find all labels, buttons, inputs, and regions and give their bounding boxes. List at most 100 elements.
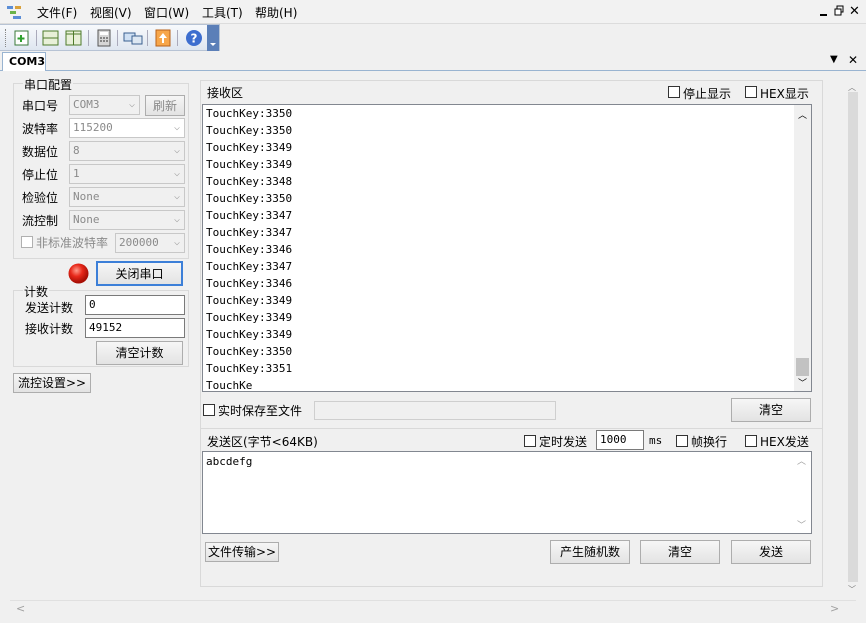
baud-value: 115200: [73, 121, 113, 134]
divider: [201, 428, 822, 429]
nonstd-baud-checkbox[interactable]: [21, 236, 33, 248]
frame-newline-checkbox[interactable]: [676, 435, 688, 447]
bottom-hscroll[interactable]: < >: [10, 600, 856, 617]
recv-count-field[interactable]: 49152: [85, 318, 185, 338]
counter-title: 计数: [23, 283, 50, 300]
hex-display-checkbox[interactable]: [745, 86, 757, 98]
save-to-file-checkbox[interactable]: [203, 404, 215, 416]
scroll-thumb[interactable]: [796, 358, 809, 376]
save-to-file-label: 实时保存至文件: [218, 404, 303, 418]
send-textarea[interactable]: abcdefg ︿ ﹀: [202, 451, 812, 534]
stopbits-select[interactable]: 1 ⌵: [69, 164, 185, 184]
toolbar-divider: [177, 30, 178, 46]
clear-receive-button[interactable]: 清空: [731, 398, 811, 422]
menu-window[interactable]: 窗口(W): [144, 4, 189, 21]
parity-select[interactable]: None ⌵: [69, 187, 185, 207]
baud-label: 波特率: [22, 122, 59, 136]
scroll-left-icon[interactable]: <: [16, 602, 25, 615]
clear-send-button[interactable]: 清空: [640, 540, 720, 564]
help-icon[interactable]: ?: [184, 28, 204, 48]
parity-label: 检验位: [22, 191, 59, 205]
receive-line: TouchKey:3349: [206, 328, 293, 341]
scroll-down-icon[interactable]: ﹀: [798, 376, 807, 389]
databits-select[interactable]: 8 ⌵: [69, 141, 185, 161]
receive-line: TouchKey:3350: [206, 192, 293, 205]
stop-display-checkbox[interactable]: [668, 86, 680, 98]
upload-icon[interactable]: [153, 28, 173, 48]
interval-field[interactable]: 1000: [596, 430, 644, 450]
clear-count-button[interactable]: 清空计数: [96, 341, 183, 365]
menu-view[interactable]: 视图(V): [90, 4, 132, 21]
scroll-thumb[interactable]: [848, 92, 858, 582]
random-button[interactable]: 产生随机数: [550, 540, 630, 564]
receive-line: TouchKey:3349: [206, 158, 293, 171]
flow-label: 流控制: [22, 214, 59, 228]
chevron-down-icon: ⌵: [173, 145, 180, 156]
timed-send-checkbox[interactable]: [524, 435, 536, 447]
restore-icon[interactable]: [834, 5, 844, 16]
outer-vscroll[interactable]: ︿ ﹀: [846, 80, 860, 597]
new-icon[interactable]: [12, 28, 32, 48]
send-button[interactable]: 发送: [731, 540, 811, 564]
scroll-down-icon[interactable]: ﹀: [848, 584, 856, 595]
receive-title: 接收区: [207, 86, 244, 100]
receive-line: TouchKey:3347: [206, 260, 293, 273]
receive-line: TouchKe: [206, 379, 253, 392]
receive-textarea[interactable]: TouchKey:3350 TouchKey:3350 TouchKey:3349 T…: [202, 104, 812, 392]
hex-send-checkbox[interactable]: [745, 435, 757, 447]
file-transfer-button[interactable]: 文件传输>>: [205, 542, 279, 562]
send-count-label: 发送计数: [25, 301, 74, 315]
menu-help[interactable]: 帮助(H): [255, 4, 297, 21]
receive-line: TouchKey:3350: [206, 124, 293, 137]
tab-close-icon[interactable]: ✕: [848, 53, 858, 67]
receive-line: TouchKey:3349: [206, 294, 293, 307]
refresh-button[interactable]: 刷新: [145, 95, 185, 116]
close-port-button[interactable]: 关闭串口: [96, 261, 183, 286]
hex-display-label: HEX显示: [760, 87, 809, 101]
frame-newline-label: 帧换行: [691, 435, 728, 449]
receive-line: TouchKey:3347: [206, 226, 293, 239]
receive-line: TouchKey:3349: [206, 141, 293, 154]
app-icon: [6, 4, 24, 20]
toolbar-overflow-icon[interactable]: [207, 25, 219, 51]
flow-select[interactable]: None ⌵: [69, 210, 185, 230]
nonstd-baud-select[interactable]: 200000 ⌵: [115, 233, 185, 253]
grip-handle[interactable]: [5, 29, 8, 47]
toolbar: ?: [0, 24, 220, 51]
scroll-down-icon[interactable]: ﹀: [797, 518, 806, 531]
port-select[interactable]: COM3 ⌵: [69, 95, 140, 115]
send-count-field[interactable]: 0: [85, 295, 185, 315]
scroll-right-icon[interactable]: >: [830, 602, 839, 615]
tab-com3[interactable]: COM3: [2, 52, 46, 71]
timed-send-label: 定时发送: [539, 435, 588, 449]
receive-scrollbar[interactable]: ︿ ﹀: [794, 105, 811, 391]
scroll-up-icon[interactable]: ︿: [797, 454, 806, 467]
receive-line: TouchKey:3346: [206, 243, 293, 256]
scroll-up-icon[interactable]: ︿: [798, 108, 807, 121]
flow-value: None: [73, 213, 100, 226]
toolbar-divider: [88, 30, 89, 46]
chevron-down-icon: ⌵: [128, 99, 135, 110]
parity-value: None: [73, 190, 100, 203]
stop-display-label: 停止显示: [683, 87, 732, 101]
calculator-icon[interactable]: [94, 28, 114, 48]
split-horizontal-icon[interactable]: [41, 28, 61, 48]
close-icon[interactable]: ✕: [849, 4, 860, 19]
databits-label: 数据位: [22, 145, 59, 159]
save-file-path[interactable]: [314, 401, 556, 420]
receive-line: TouchKey:3350: [206, 107, 293, 120]
ms-label: ms: [649, 434, 663, 447]
menu-bar: 文件(F) 视图(V) 窗口(W) 工具(T) 帮助(H) ✕: [0, 0, 866, 24]
menu-file[interactable]: 文件(F): [37, 4, 77, 21]
chevron-down-icon: ⌵: [173, 168, 180, 179]
stopbits-value: 1: [73, 167, 80, 180]
flow-settings-button[interactable]: 流控设置>>: [13, 373, 91, 393]
menu-tools[interactable]: 工具(T): [202, 4, 243, 21]
network-icon[interactable]: [123, 28, 143, 48]
minimize-icon[interactable]: [819, 6, 829, 16]
databits-value: 8: [73, 144, 80, 157]
tab-list-icon[interactable]: ▼: [830, 54, 838, 65]
receive-line: TouchKey:3346: [206, 277, 293, 290]
baud-select[interactable]: 115200 ⌵: [69, 118, 185, 138]
split-vertical-icon[interactable]: [64, 28, 84, 48]
